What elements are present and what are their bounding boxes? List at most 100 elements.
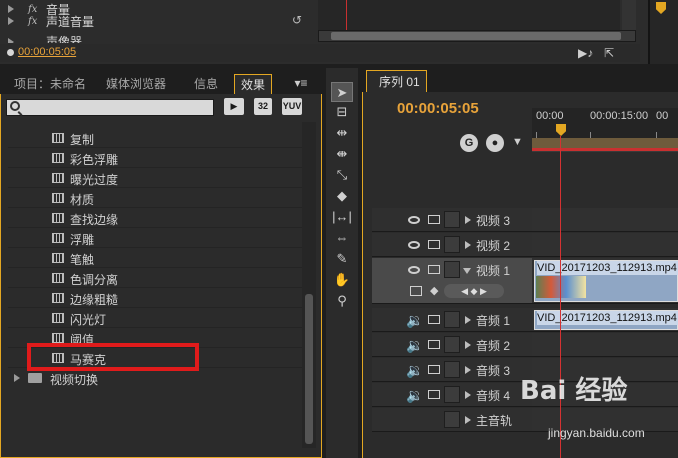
slip-tool-icon[interactable]: |↔| bbox=[331, 207, 353, 227]
track-audio-2[interactable]: 🔉 音频 2 bbox=[372, 333, 532, 357]
lock-toggle[interactable] bbox=[444, 311, 460, 328]
marker-icon[interactable]: ● bbox=[486, 134, 504, 152]
effect-item[interactable]: 彩色浮雕 bbox=[8, 148, 302, 168]
lane-audio-2[interactable] bbox=[532, 333, 678, 357]
lock-toggle[interactable] bbox=[444, 211, 460, 228]
speaker-icon[interactable]: 🔉 bbox=[406, 312, 423, 329]
effect-item[interactable]: 浮雕 bbox=[8, 228, 302, 248]
pen-tool-icon[interactable]: ✎ bbox=[331, 249, 353, 269]
expand-triangle-icon[interactable] bbox=[14, 374, 20, 382]
horizontal-scrollbar[interactable] bbox=[318, 30, 636, 42]
tab-effects[interactable]: 效果 bbox=[234, 74, 273, 94]
folder-video-transitions[interactable]: 视频切换 bbox=[8, 368, 302, 388]
lock-toggle[interactable] bbox=[444, 261, 460, 278]
expand-triangle-icon[interactable] bbox=[465, 416, 471, 424]
eye-icon[interactable] bbox=[408, 266, 420, 274]
eye-icon[interactable] bbox=[408, 241, 420, 249]
lock-toggle[interactable] bbox=[444, 386, 460, 403]
scrollbar[interactable] bbox=[622, 0, 636, 30]
track-select-tool-icon[interactable]: ⊟ bbox=[331, 102, 353, 122]
effect-item[interactable]: 笔触 bbox=[8, 248, 302, 268]
sync-lock-icon[interactable] bbox=[428, 365, 440, 374]
effect-controls-timeline[interactable] bbox=[318, 0, 620, 30]
reset-icon[interactable]: ↺ bbox=[292, 13, 302, 27]
track-audio-4[interactable]: 🔉 音频 4 bbox=[372, 383, 532, 407]
keyframe-icon[interactable]: ◆ bbox=[430, 284, 438, 297]
expand-triangle-icon[interactable] bbox=[465, 216, 471, 224]
sync-lock-icon[interactable] bbox=[428, 390, 440, 399]
track-video-2[interactable]: 视频 2 bbox=[372, 233, 532, 257]
export-icon[interactable]: ⇱ bbox=[604, 46, 614, 60]
collapse-triangle-icon[interactable] bbox=[463, 268, 471, 274]
32bit-effects-button[interactable]: 32 bbox=[254, 98, 272, 115]
effect-item[interactable]: 边缘粗糙 bbox=[8, 288, 302, 308]
effect-item[interactable]: 查找边缘 bbox=[8, 208, 302, 228]
expand-triangle-icon[interactable] bbox=[465, 366, 471, 374]
yuv-effects-button[interactable]: YUV bbox=[282, 98, 302, 115]
lane-video-3[interactable] bbox=[532, 208, 678, 232]
track-master[interactable]: 主音轨 bbox=[372, 408, 532, 432]
tab-media-browser[interactable]: 媒体浏览器 bbox=[100, 74, 172, 94]
effect-item[interactable]: 闪光灯 bbox=[8, 308, 302, 328]
expand-triangle-icon[interactable] bbox=[8, 17, 14, 25]
effect-item[interactable]: 材质 bbox=[8, 188, 302, 208]
expand-triangle-icon[interactable] bbox=[8, 38, 14, 43]
sync-lock-icon[interactable] bbox=[428, 240, 440, 249]
snap-icon[interactable]: G bbox=[460, 134, 478, 152]
lock-toggle[interactable] bbox=[444, 236, 460, 253]
tab-info[interactable]: 信息 bbox=[188, 74, 224, 94]
tab-project[interactable]: 项目：未命名 bbox=[8, 74, 92, 94]
speaker-icon[interactable]: 🔉 bbox=[406, 337, 423, 354]
panel-menu-icon[interactable]: ▾≡ bbox=[286, 74, 316, 92]
sync-lock-icon[interactable] bbox=[428, 215, 440, 224]
ruler-label: 00 bbox=[656, 110, 669, 122]
tab-sequence[interactable]: 序列 01 bbox=[366, 70, 427, 92]
scrollbar-thumb[interactable] bbox=[331, 32, 621, 40]
lock-toggle[interactable] bbox=[444, 411, 460, 428]
play-audio-icon[interactable]: ▶♪ bbox=[578, 46, 593, 60]
effect-item[interactable]: 色调分离 bbox=[8, 268, 302, 288]
expand-triangle-icon[interactable] bbox=[465, 341, 471, 349]
sync-lock-icon[interactable] bbox=[428, 340, 440, 349]
display-style-icon[interactable] bbox=[410, 286, 422, 296]
eye-icon[interactable] bbox=[408, 216, 420, 224]
track-video-1[interactable]: 视频 1 ◆ ◀ ◆ ▶ bbox=[372, 258, 532, 304]
work-area[interactable] bbox=[532, 138, 678, 148]
expand-triangle-icon[interactable] bbox=[465, 241, 471, 249]
lock-toggle[interactable] bbox=[444, 336, 460, 353]
razor-tool-icon[interactable]: ◆ bbox=[331, 186, 353, 206]
lane-video-2[interactable] bbox=[532, 233, 678, 257]
accelerated-effects-icon[interactable]: ▶ bbox=[224, 98, 244, 115]
rolling-edit-tool-icon[interactable]: ⇼ bbox=[331, 144, 353, 164]
video-clip[interactable]: VID_20171203_112913.mp4 bbox=[534, 260, 678, 302]
track-audio-3[interactable]: 🔉 音频 3 bbox=[372, 358, 532, 382]
keyframe-navigator[interactable]: ◀ ◆ ▶ bbox=[444, 284, 504, 298]
sync-lock-icon[interactable] bbox=[428, 315, 440, 324]
track-audio-1[interactable]: 🔉 音频 1 bbox=[372, 308, 532, 332]
ripple-edit-tool-icon[interactable]: ⇹ bbox=[331, 123, 353, 143]
rate-stretch-tool-icon[interactable]: ⤡ bbox=[331, 165, 353, 185]
add-marker-icon[interactable]: ▼ bbox=[512, 136, 523, 148]
search-input[interactable] bbox=[6, 99, 214, 116]
audio-clip[interactable]: VID_20171203_112913.mp4 bbox=[534, 310, 678, 330]
track-video-3[interactable]: 视频 3 bbox=[372, 208, 532, 232]
speaker-icon[interactable]: 🔉 bbox=[406, 362, 423, 379]
expand-triangle-icon[interactable] bbox=[465, 316, 471, 324]
hand-tool-icon[interactable]: ✋ bbox=[331, 270, 353, 290]
sync-lock-icon[interactable] bbox=[428, 265, 440, 274]
zoom-tool-icon[interactable]: ⚲ bbox=[331, 291, 353, 311]
effect-preset-icon bbox=[52, 133, 64, 143]
timecode-display[interactable]: 00:00:05:05 bbox=[18, 46, 76, 58]
timeline-ruler[interactable]: 00:00 00:00:15:00 00 bbox=[532, 108, 678, 138]
expand-triangle-icon[interactable] bbox=[465, 391, 471, 399]
effect-item[interactable]: 曝光过度 bbox=[8, 168, 302, 188]
scrollbar-thumb[interactable] bbox=[305, 294, 313, 444]
selection-tool-icon[interactable]: ➤ bbox=[331, 82, 353, 102]
slide-tool-icon[interactable]: ⇔ bbox=[331, 228, 353, 248]
lock-toggle[interactable] bbox=[444, 361, 460, 378]
effects-scrollbar[interactable] bbox=[302, 122, 316, 448]
effect-item[interactable]: 复制 bbox=[8, 128, 302, 148]
speaker-icon[interactable]: 🔉 bbox=[406, 387, 423, 404]
work-area-bar[interactable] bbox=[532, 138, 678, 152]
sequence-timecode[interactable]: 00:00:05:05 bbox=[397, 100, 479, 117]
